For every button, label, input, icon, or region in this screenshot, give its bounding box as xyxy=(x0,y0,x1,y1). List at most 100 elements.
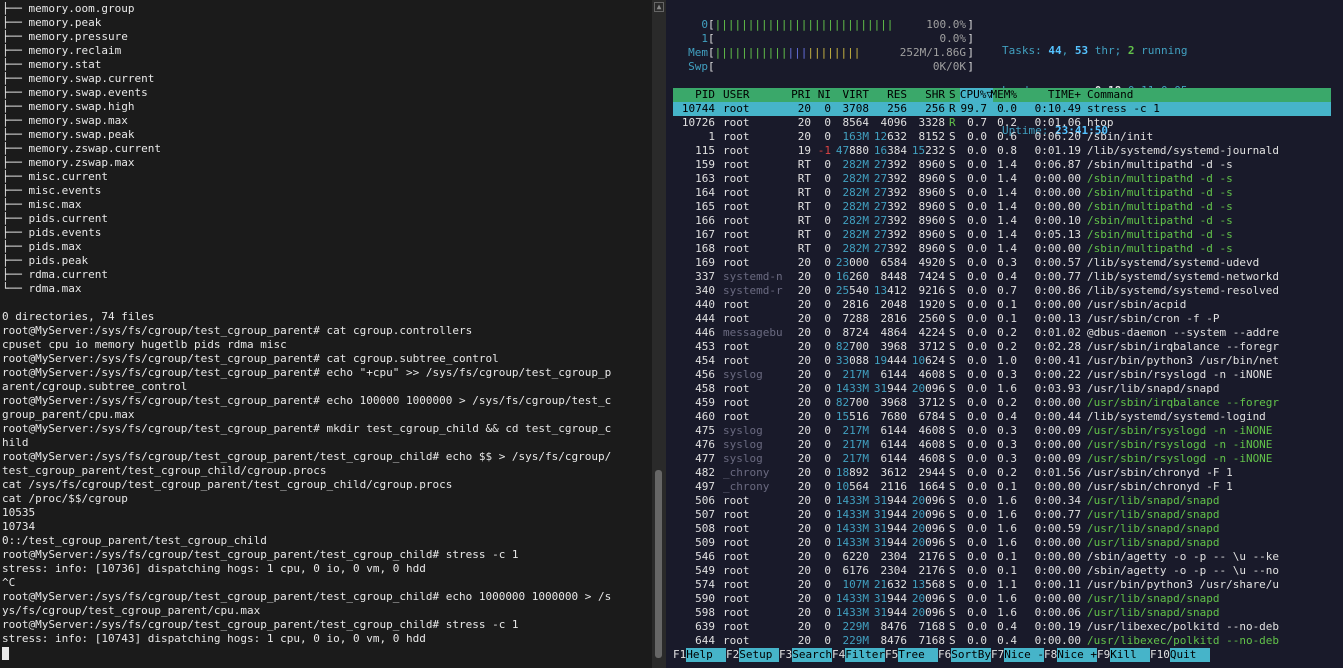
cell-mem: 0.3 xyxy=(997,256,1017,269)
fkey-f7[interactable]: F7 xyxy=(991,648,1004,661)
cell-pid: 453 xyxy=(695,340,715,353)
process-row[interactable]: 477 syslog 20 0 217M 6144 4608 S 0.0 0.3 0:00.09/u… xyxy=(673,452,1331,466)
fkey-label[interactable]: Kill xyxy=(1110,648,1150,662)
fkey-label[interactable]: SortBy xyxy=(951,648,991,662)
process-row[interactable]: 459 root 20 0 82700 3968 3712 S 0.0 0.2 0:00.00/us… xyxy=(673,396,1331,410)
tasks-sep: , xyxy=(1061,44,1075,57)
process-row[interactable]: 10744 root 20 0 3708 256 256 R 99.7 0.0 0:10.49 str… xyxy=(673,102,1331,116)
fkey-label[interactable]: Quit xyxy=(1169,648,1210,662)
left-terminal-pane[interactable]: ├── memory.oom.group ├── memory.peak ├── m… xyxy=(0,0,652,668)
process-row[interactable]: 337 systemd-n 20 0 16260 8448 7424 S 0.0 0.4 0:00.… xyxy=(673,270,1331,284)
meter-bar: ||||||||||||||||||||||||||| xyxy=(714,18,894,31)
process-row[interactable]: 10726 root 20 0 8564 4096 3328 R 0.7 0.2 0:01.06 ht… xyxy=(673,116,1331,130)
process-row[interactable]: 167 root RT 0 282M 27392 8960 S 0.0 1.4 0:05.13/sb… xyxy=(673,228,1331,242)
column-header-time[interactable]: TIME+ xyxy=(1048,88,1081,102)
column-header-res[interactable]: RES xyxy=(887,88,907,102)
process-row[interactable]: 509 root 20 0 1433M 31944 20096 S 0.0 1.6 0:00.00/… xyxy=(673,536,1331,550)
fkey-label[interactable]: Nice - xyxy=(1004,648,1044,662)
process-row[interactable]: 574 root 20 0 107M 21632 13568 S 0.0 1.1 0:00.11/u… xyxy=(673,578,1331,592)
pane-scrollbar[interactable]: ▲ xyxy=(652,0,666,668)
htop-pane[interactable]: 0[||||||||||||||||||||||||||| 100.0%] 1[0.… xyxy=(666,0,1343,668)
process-row[interactable]: 159 root RT 0 282M 27392 8960 S 0.0 1.4 0:06.87/sb… xyxy=(673,158,1331,172)
fkey-label[interactable]: Filter xyxy=(845,648,885,662)
fkey-f1[interactable]: F1 xyxy=(673,648,686,661)
process-row[interactable]: 644 root 20 0 229M 8476 7168 S 0.0 0.4 0:00.00/usr… xyxy=(673,634,1331,648)
process-row[interactable]: 458 root 20 0 1433M 31944 20096 S 0.0 1.6 0:03.93/… xyxy=(673,382,1331,396)
terminal-line: 0::/test_cgroup_parent/test_cgroup_child xyxy=(2,534,267,547)
process-row[interactable]: 444 root 20 0 7288 2816 2560 S 0.0 0.1 0:00.13/usr… xyxy=(673,312,1331,326)
process-row[interactable]: 446 messagebu 20 0 8724 4864 4224 S 0.0 0.2 0:01.0… xyxy=(673,326,1331,340)
cell-pid: 590 xyxy=(695,592,715,605)
cell-mem: 1.6 xyxy=(997,522,1017,535)
process-row[interactable]: 453 root 20 0 82700 3968 3712 S 0.0 0.2 0:02.28/us… xyxy=(673,340,1331,354)
cell-pid: 166 xyxy=(695,214,715,227)
fkey-label[interactable]: Nice + xyxy=(1057,648,1097,662)
cell-cmd: /usr/sbin/irqbalance --foregr xyxy=(1087,340,1280,353)
cell-mem: 0.4 xyxy=(997,410,1017,423)
cell-time: 0:00.00 xyxy=(1034,550,1081,563)
process-row[interactable]: 163 root RT 0 282M 27392 8960 S 0.0 1.4 0:00.00/sb… xyxy=(673,172,1331,186)
fkey-f5[interactable]: F5 xyxy=(885,648,898,661)
column-header-s[interactable]: S xyxy=(949,88,956,102)
column-header-shr[interactable]: SHR xyxy=(925,88,945,102)
terminal-line: ├── pids.events xyxy=(2,226,102,239)
cell-cmd: @dbus-daemon --system --addre xyxy=(1087,326,1280,339)
process-row[interactable]: 506 root 20 0 1433M 31944 20096 S 0.0 1.6 0:00.34/… xyxy=(673,494,1331,508)
fkey-label[interactable]: Help xyxy=(686,648,726,662)
process-row[interactable]: 460 root 20 0 15516 7680 6784 S 0.0 0.4 0:00.44/li… xyxy=(673,410,1331,424)
fkey-f3[interactable]: F3 xyxy=(779,648,792,661)
process-row[interactable]: 507 root 20 0 1433M 31944 20096 S 0.0 1.6 0:00.77/… xyxy=(673,508,1331,522)
process-row[interactable]: 440 root 20 0 2816 2048 1920 S 0.0 0.1 0:00.00/usr… xyxy=(673,298,1331,312)
process-row[interactable]: 475 syslog 20 0 217M 6144 4608 S 0.0 0.3 0:00.09/u… xyxy=(673,424,1331,438)
process-row[interactable]: 508 root 20 0 1433M 31944 20096 S 0.0 1.6 0:00.59/… xyxy=(673,522,1331,536)
column-header-mem[interactable]: MEM% xyxy=(991,88,1018,102)
process-row[interactable]: 164 root RT 0 282M 27392 8960 S 0.0 1.4 0:00.00/sb… xyxy=(673,186,1331,200)
process-row[interactable]: 169 root 20 0 23000 6584 4920 S 0.0 0.3 0:00.57/li… xyxy=(673,256,1331,270)
column-header-virt[interactable]: VIRT xyxy=(843,88,870,102)
terminal-line: root@MyServer:/sys/fs/cgroup/test_cgroup… xyxy=(2,366,612,379)
scrollbar-thumb[interactable] xyxy=(655,470,662,658)
process-row[interactable]: 497 _chrony 20 0 10564 2116 1664 S 0.0 0.1 0:00.00… xyxy=(673,480,1331,494)
column-header-pri[interactable]: PRI xyxy=(791,88,811,102)
process-row[interactable]: 166 root RT 0 282M 27392 8960 S 0.0 1.4 0:00.10/sb… xyxy=(673,214,1331,228)
process-row[interactable]: 165 root RT 0 282M 27392 8960 S 0.0 1.4 0:00.00/sb… xyxy=(673,200,1331,214)
meter-bracket-right: ] xyxy=(967,18,974,31)
cell-mem: 1.4 xyxy=(997,158,1017,171)
terminal-line: ├── memory.swap.max xyxy=(2,114,128,127)
process-row[interactable]: 1 root 20 0 163M 12632 8152 S 0.0 0.6 0:06.20/sbin… xyxy=(673,130,1331,144)
cell-pid: 165 xyxy=(695,200,715,213)
process-row[interactable]: 549 root 20 0 6176 2304 2176 S 0.0 0.1 0:00.00/sbi… xyxy=(673,564,1331,578)
fkey-label[interactable]: Setup xyxy=(739,648,779,662)
fkey-f4[interactable]: F4 xyxy=(832,648,845,661)
fkey-f2[interactable]: F2 xyxy=(726,648,739,661)
process-row[interactable]: 340 systemd-r 20 0 25540 13412 9216 S 0.0 0.7 0:00… xyxy=(673,284,1331,298)
fkey-f8[interactable]: F8 xyxy=(1044,648,1057,661)
column-header-pid[interactable]: PID xyxy=(695,88,715,102)
process-row[interactable]: 546 root 20 0 6220 2304 2176 S 0.0 0.1 0:00.00/sbi… xyxy=(673,550,1331,564)
process-row[interactable]: 476 syslog 20 0 217M 6144 4608 S 0.0 0.3 0:00.00/u… xyxy=(673,438,1331,452)
fkey-label[interactable]: Search xyxy=(792,648,832,662)
process-row[interactable]: 482 _chrony 20 0 18892 3612 2944 S 0.0 0.2 0:01.56… xyxy=(673,466,1331,480)
process-row[interactable]: 639 root 20 0 229M 8476 7168 S 0.0 0.4 0:00.19/usr… xyxy=(673,620,1331,634)
process-row[interactable]: 598 root 20 0 1433M 31944 20096 S 0.0 1.6 0:00.06/… xyxy=(673,606,1331,620)
meter-mem: Mem[|||||||||||||||||||||| 252M/1.86G] xyxy=(674,46,974,60)
scroll-up-icon[interactable]: ▲ xyxy=(654,2,664,12)
process-table[interactable]: 10744 root 20 0 3708 256 256 R 99.7 0.0 0:10.49 str… xyxy=(673,102,1331,648)
fkey-label[interactable]: Tree xyxy=(898,648,938,662)
process-row[interactable]: 590 root 20 0 1433M 31944 20096 S 0.0 1.6 0:00.00/… xyxy=(673,592,1331,606)
process-row[interactable]: 456 syslog 20 0 217M 6144 4608 S 0.0 0.3 0:00.22/u… xyxy=(673,368,1331,382)
fkey-f6[interactable]: F6 xyxy=(938,648,951,661)
cell-cmd: /usr/bin/python3 /usr/share/u xyxy=(1087,578,1280,591)
column-header-ni[interactable]: NI xyxy=(818,88,831,102)
terminal-line: └── rdma.max xyxy=(2,282,82,295)
fkey-f10[interactable]: F10 xyxy=(1150,648,1170,661)
column-header-user[interactable]: USER xyxy=(723,88,750,102)
column-header-cmd[interactable]: Command xyxy=(1087,88,1133,102)
process-row[interactable]: 115 root 19 -1 47880 16384 15232 S 0.0 0.8 0:01.19… xyxy=(673,144,1331,158)
process-row[interactable]: 168 root RT 0 282M 27392 8960 S 0.0 1.4 0:00.00/sb… xyxy=(673,242,1331,256)
process-row[interactable]: 454 root 20 0 33088 19444 10624 S 0.0 1.0 0:00.41/… xyxy=(673,354,1331,368)
cell-cmd: /sbin/agetty -o -p -- \u --no xyxy=(1087,564,1280,577)
column-header-cpu[interactable]: CPU%▽ xyxy=(959,88,993,102)
fkey-f9[interactable]: F9 xyxy=(1097,648,1110,661)
terminal-line: root@MyServer:/sys/fs/cgroup/test_cgroup… xyxy=(2,618,519,631)
